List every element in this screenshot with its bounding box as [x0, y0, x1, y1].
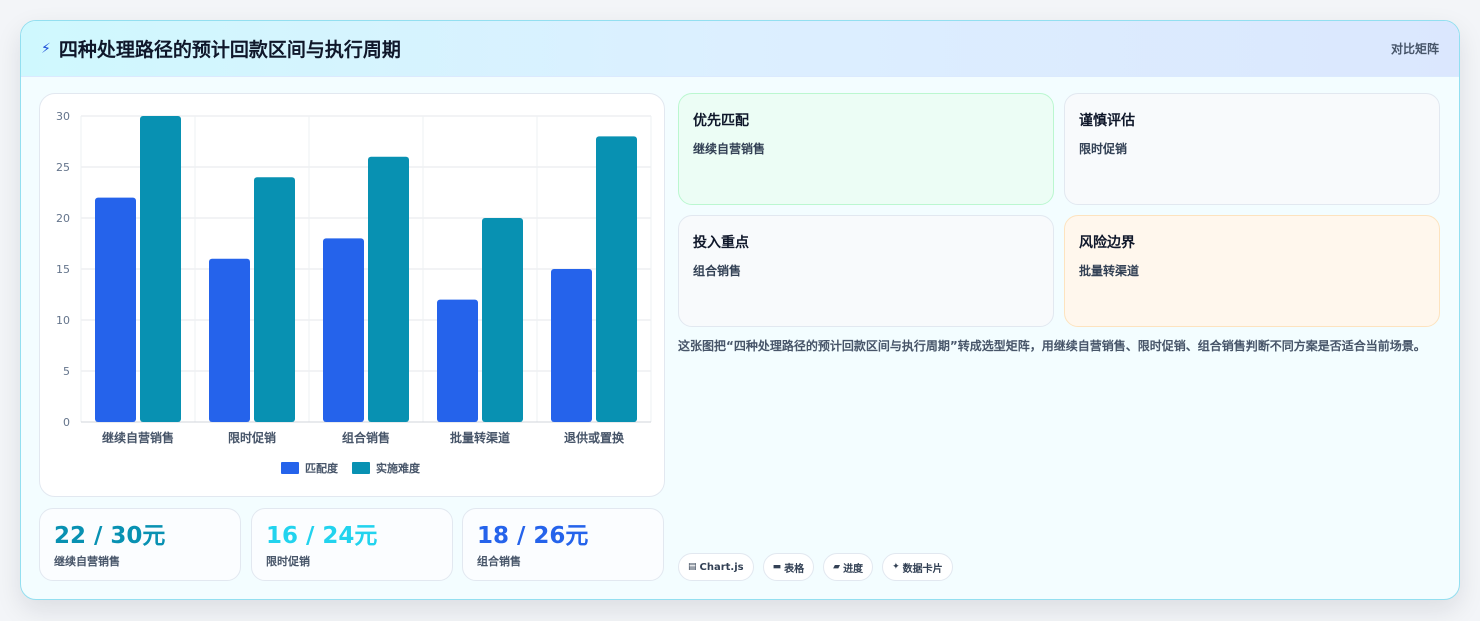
stat-value: 16 / 24元: [266, 523, 378, 549]
tag-data-card[interactable]: ✦ 数据卡片: [882, 553, 953, 581]
bar-match: [95, 197, 136, 422]
tag-row: ▤ Chart.js ▬ 表格 ▰ 进度 ✦ 数据卡片: [678, 553, 953, 581]
card-title: 四种处理路径的预计回款区间与执行周期: [58, 39, 401, 61]
bar-match: [323, 238, 364, 422]
tile-subtitle: 继续自营销售: [693, 142, 766, 156]
tile-title: 谨慎评估: [1079, 113, 1135, 129]
y-tick-label: 15: [56, 263, 70, 276]
tag-label: 表格: [784, 563, 805, 575]
tag-label: 进度: [843, 563, 864, 575]
tag-label: Chart.js: [699, 561, 744, 573]
bar-difficulty: [254, 177, 295, 422]
bar-difficulty: [596, 136, 637, 422]
bar-difficulty: [368, 156, 409, 423]
tile-priority-match: 优先匹配 继续自营销售: [678, 93, 1054, 205]
bar-difficulty: [482, 218, 523, 422]
stat-card-1: 22 / 30元 继续自营销售: [39, 508, 241, 581]
tile-subtitle: 限时促销: [1079, 142, 1128, 156]
tile-title: 风险边界: [1079, 235, 1135, 251]
x-tick-label: 退供或置换: [564, 430, 625, 445]
legend-swatch: [281, 462, 299, 474]
stat-card-2: 16 / 24元 限时促销: [251, 508, 453, 581]
tile-title: 优先匹配: [693, 113, 749, 129]
stat-value: 22 / 30元: [54, 523, 166, 549]
y-tick-label: 20: [56, 212, 70, 225]
tag-progress[interactable]: ▰ 进度: [823, 553, 874, 581]
legend-swatch: [352, 462, 370, 474]
bar-match: [437, 299, 478, 422]
tile-title: 投入重点: [693, 235, 749, 251]
header-tag: 对比矩阵: [1390, 42, 1439, 56]
bar-match: [209, 258, 250, 422]
y-tick-label: 30: [56, 110, 70, 123]
bar-difficulty: [140, 116, 181, 422]
bar-chart-panel: 0 5 10 15 20 25 30 继续自营销售 限时促销 组合销售 批量转渠道 退供或置换匹配度 实…: [39, 93, 665, 497]
tile-careful-evaluation: 谨慎评估 限时促销: [1064, 93, 1440, 205]
bolt-icon: ⚡: [41, 40, 51, 57]
tile-risk-boundary: 风险边界 批量转渠道: [1064, 215, 1440, 327]
chart-icon: ▤: [688, 562, 697, 572]
sparkle-icon: ✦: [892, 562, 900, 572]
tag-chartjs[interactable]: ▤ Chart.js: [678, 553, 754, 581]
x-tick-label: 批量转渠道: [450, 430, 510, 445]
stat-label: 限时促销: [266, 555, 310, 568]
stat-label: 继续自营销售: [54, 555, 120, 568]
table-icon: ▬: [772, 562, 782, 572]
stat-value: 18 / 26元: [477, 523, 589, 549]
y-tick-label: 0: [63, 416, 70, 429]
tile-subtitle: 批量转渠道: [1079, 264, 1140, 278]
y-tick-label: 5: [63, 365, 70, 378]
description-text: 这张图把“四种处理路径的预计回款区间与执行周期”转成选型矩阵，用继续自营销售、限…: [678, 339, 1426, 353]
stat-label: 组合销售: [477, 555, 521, 568]
bar-match: [551, 269, 592, 422]
stat-card-3: 18 / 26元 组合销售: [462, 508, 664, 581]
legend-label: 匹配度: [305, 461, 339, 475]
y-tick-label: 10: [56, 314, 70, 327]
x-tick-label: 继续自营销售: [102, 430, 174, 445]
tile-investment-focus: 投入重点 组合销售: [678, 215, 1054, 327]
y-tick-label: 25: [56, 161, 70, 174]
matrix-card: ⚡ 四种处理路径的预计回款区间与执行周期 对比矩阵 0 5 10 15 20 25 30 继续…: [20, 20, 1460, 600]
x-tick-label: 组合销售: [342, 430, 390, 445]
legend-label: 实施难度: [376, 461, 421, 475]
bar-chart: 0 5 10 15 20 25 30 继续自营销售 限时促销 组合销售 批量转渠道 退供或置换匹配度 实…: [56, 110, 652, 475]
tag-table[interactable]: ▬ 表格: [762, 553, 815, 581]
x-tick-label: 限时促销: [228, 430, 276, 445]
progress-icon: ▰: [833, 562, 841, 572]
tile-subtitle: 组合销售: [693, 264, 742, 278]
tag-label: 数据卡片: [902, 563, 943, 575]
card-header: ⚡ 四种处理路径的预计回款区间与执行周期 对比矩阵: [21, 21, 1459, 77]
